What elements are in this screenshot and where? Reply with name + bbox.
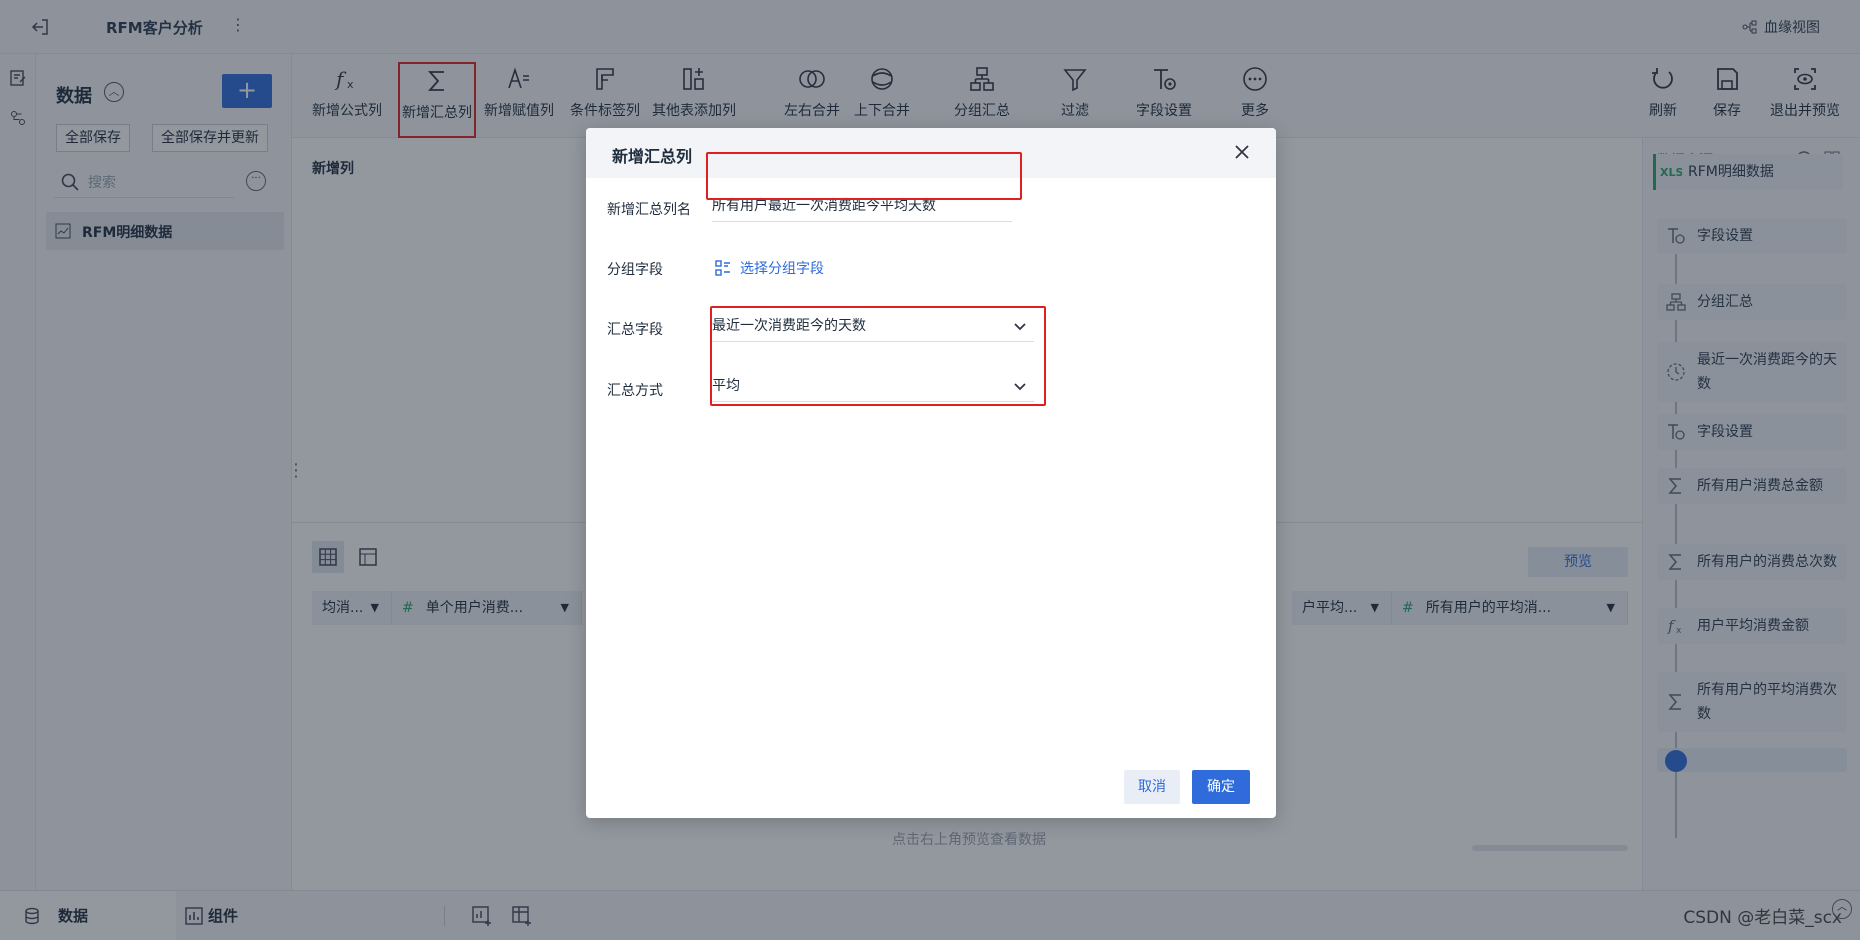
- select-group-field-label: 选择分组字段: [740, 261, 824, 277]
- confirm-button[interactable]: 确定: [1192, 770, 1250, 804]
- field-list-icon: [715, 260, 730, 276]
- highlight-box: [706, 152, 1022, 200]
- column-name-value: 所有用户最近一次消费距今平均天数: [712, 198, 936, 214]
- group-field-label: 分组字段: [607, 262, 663, 278]
- add-summary-column-dialog: 新增汇总列 新增汇总列名 所有用户最近一次消费距今平均天数 分组字段 选择分组字…: [586, 128, 1276, 818]
- dialog-title: 新增汇总列: [612, 147, 693, 166]
- column-name-label: 新增汇总列名: [607, 202, 691, 218]
- close-icon[interactable]: [1232, 142, 1252, 162]
- summary-method-label: 汇总方式: [607, 383, 663, 399]
- select-group-field-link[interactable]: 选择分组字段: [714, 258, 824, 278]
- highlight-box: [710, 306, 1046, 406]
- summary-field-label: 汇总字段: [607, 322, 663, 338]
- cancel-button[interactable]: 取消: [1124, 770, 1180, 804]
